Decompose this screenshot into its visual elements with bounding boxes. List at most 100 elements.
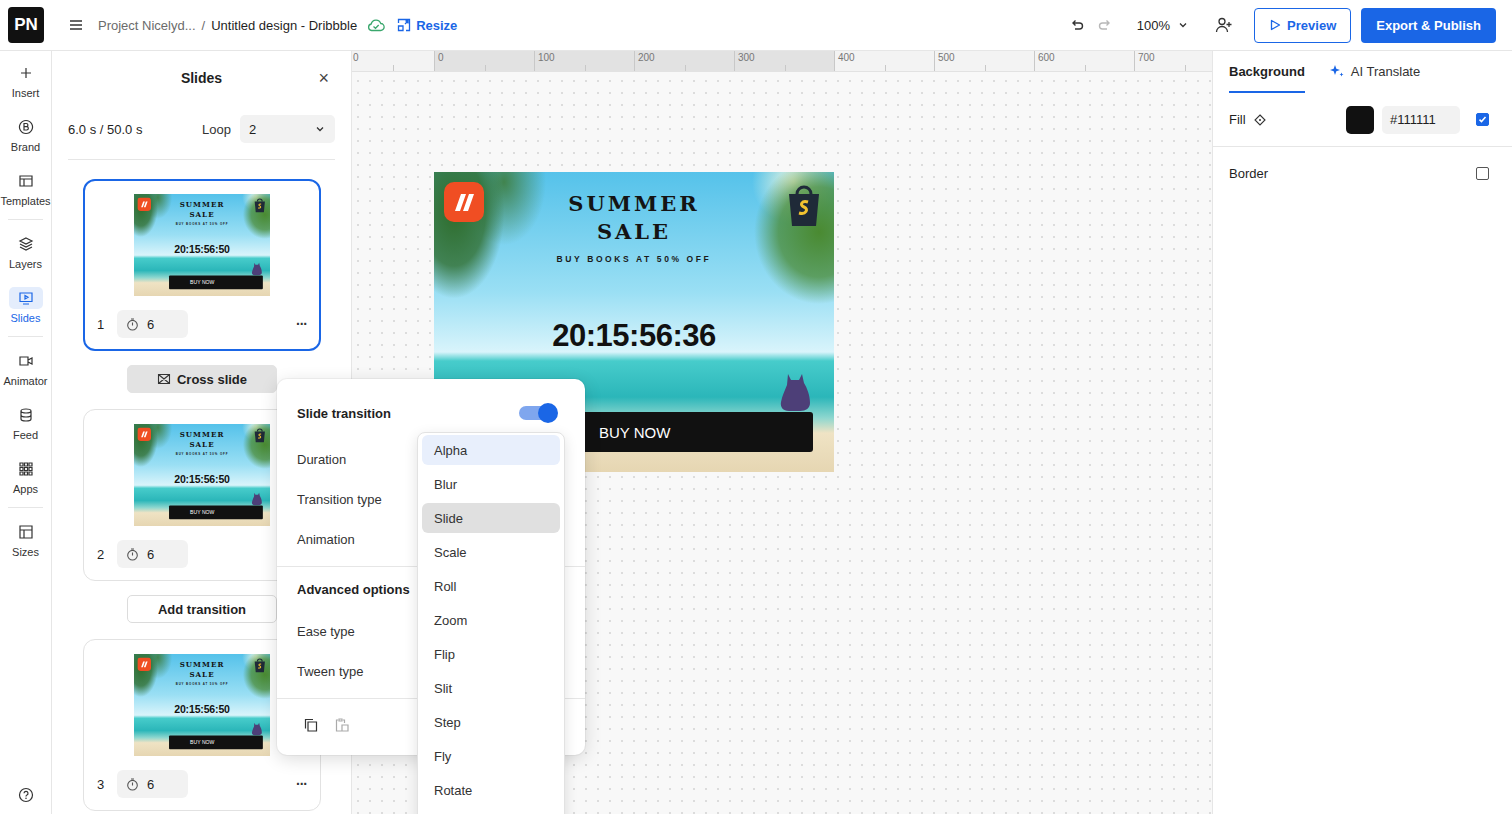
redo-button[interactable] [1091,11,1119,39]
cat-icon [250,491,264,505]
rail-tool-icon [18,236,34,252]
slide-menu-button[interactable]: ··· [296,776,307,792]
invite-button[interactable] [1210,11,1238,39]
rail-divider [8,507,43,508]
ruler-mark: 600 [1034,51,1134,71]
rail-item[interactable]: Sizes [0,512,51,566]
rail-item[interactable]: Slides [0,278,51,332]
shopping-bag-icon [784,182,824,228]
properties-tabs: Background AI Translate [1213,51,1512,93]
ruler-mark: 0 [352,51,434,71]
slide-footer: 26 [97,540,307,568]
rail-item[interactable]: Animator [0,341,51,395]
slides-panel-header: Slides × [52,51,351,105]
slide-thumbnail: SUMMERSALEBUY BOOKS AT 50% OFF20:15:56:5… [134,194,270,296]
transition-type-option[interactable]: Slide [422,503,560,533]
slide-menu-button[interactable]: ··· [296,316,307,332]
slide-card[interactable]: SUMMERSALEBUY BOOKS AT 50% OFF20:15:56:5… [83,179,321,351]
transition-type-option[interactable]: Zoom [422,605,560,635]
transition-type-option[interactable]: Rotate [422,775,560,805]
redo-icon [1097,17,1113,33]
countdown-timer[interactable]: 20:15:56:36 [434,318,834,354]
menu-button[interactable] [62,11,90,39]
slide-duration[interactable]: 6 [117,540,188,568]
transition-type-option[interactable]: Slit [422,673,560,703]
design-name[interactable]: Untitled design - Dribbble [211,18,357,33]
slide-duration[interactable]: 6 [117,770,188,798]
transition-popover: Slide transitionDurationTransition typeA… [277,379,585,755]
tool-rail: InsertBrandTemplates LayersSlides Animator… [0,51,52,814]
rail-tool-icon [18,353,34,369]
fill-checkbox[interactable] [1476,113,1489,126]
transition-type-dropdown: Alpha Blur Slide Scale Roll Zoom Flip Slit Step F… [417,432,565,814]
brand-logo-icon [444,182,484,222]
border-checkbox[interactable] [1476,167,1489,180]
rail-item[interactable]: Insert [0,53,51,107]
design-title[interactable]: SUMMERSALE [434,190,834,246]
copy-icon[interactable] [303,717,319,733]
preview-button[interactable]: Preview [1254,8,1351,43]
add-user-icon [1215,16,1233,34]
project-link[interactable]: Project Nicelyd... [98,18,196,33]
cat-icon [250,261,264,275]
design-subtitle[interactable]: BUY BOOKS AT 50% OFF [434,254,834,264]
close-button[interactable]: × [318,68,329,89]
properties-panel: BackgroundAI TranslateFill#111111Border [1212,51,1512,814]
top-bar: PNProject Nicelyd.../Untitled design - D… [0,0,1512,51]
rail-item[interactable]: Brand [0,107,51,161]
timer-icon [126,548,139,561]
fill-color-swatch[interactable] [1346,106,1374,134]
transition-type-option[interactable]: Alpha [422,435,560,465]
undo-button[interactable] [1063,11,1091,39]
help-icon [18,787,34,803]
paste-icon[interactable] [334,717,350,733]
slide-number: 3 [97,777,107,792]
resize-button[interactable]: Resize [397,18,457,33]
rail-divider [8,336,43,337]
panel-title: Slides [181,70,222,86]
properties-tab[interactable]: Background [1229,51,1305,93]
transition-type-option[interactable]: Blur [422,469,560,499]
slide-footer: 36 ··· [97,770,307,798]
chevron-down-icon [315,124,325,134]
loop-select[interactable]: 2 [240,115,335,143]
thumbnail-design: SUMMERSALEBUY BOOKS AT 50% OFF20:15:56:5… [134,424,270,526]
ruler-mark: 300 [734,51,834,71]
ruler-mark: 200 [634,51,734,71]
export-publish-button[interactable]: Export & Publish [1361,8,1496,43]
thumbnail-design: SUMMERSALEBUY BOOKS AT 50% OFF20:15:56:5… [134,194,270,296]
shopping-bag-icon [253,427,267,443]
rail-tool-icon [18,290,34,306]
slide-thumbnail: SUMMERSALEBUY BOOKS AT 50% OFF20:15:56:5… [134,424,270,526]
transition-button[interactable]: Add transition [127,595,277,623]
shopping-bag-icon [253,197,267,213]
transition-type-option[interactable]: Roll [422,571,560,601]
brand-logo-icon [137,427,151,441]
fill-hex-input[interactable]: #111111 [1382,106,1460,134]
transition-type-option[interactable]: Step [422,707,560,737]
slide-thumbnail: SUMMERSALEBUY BOOKS AT 50% OFF20:15:56:5… [134,654,270,756]
app-logo[interactable]: PN [8,7,44,43]
slide-duration[interactable]: 6 [117,310,188,338]
ruler-mark: 400 [834,51,934,71]
transition-toggle[interactable] [519,406,556,420]
rail-item[interactable]: Layers [0,224,51,278]
rail-tool-icon [18,461,34,477]
rail-divider [8,219,43,220]
transition-type-option[interactable]: Fly [422,741,560,771]
zoom-dropdown[interactable]: 100% [1137,18,1188,33]
undo-icon [1069,17,1085,33]
transition-type-option[interactable]: Flip [422,639,560,669]
slide-number: 2 [97,547,107,562]
ruler-mark: 0 [434,51,534,71]
transition-type-option[interactable]: Scale [422,537,560,567]
loop-control: Loop2 [202,115,335,143]
cloud-saved-icon [367,18,385,32]
rail-item[interactable]: Templates [0,161,51,215]
transition-button[interactable]: Cross slide [127,365,277,393]
rail-item[interactable]: Apps [0,449,51,503]
properties-tab[interactable]: AI Translate [1329,51,1420,93]
rail-tool-icon [18,407,34,423]
rail-item[interactable]: Feed [0,395,51,449]
help-button[interactable] [0,780,51,810]
